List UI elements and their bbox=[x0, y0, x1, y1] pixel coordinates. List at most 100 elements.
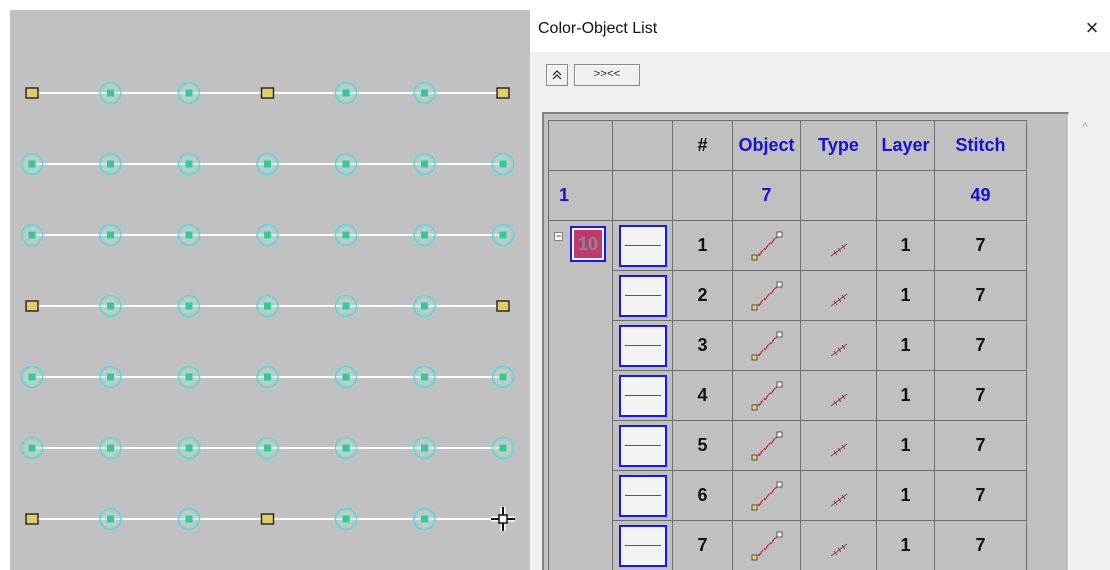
stitch-corner-node[interactable] bbox=[496, 87, 510, 99]
color-group-badge[interactable]: 10 bbox=[570, 226, 606, 262]
swatch-cell[interactable] bbox=[612, 520, 673, 570]
swatch-cell[interactable] bbox=[612, 420, 673, 471]
tree-cell bbox=[548, 320, 613, 371]
header-cell bbox=[548, 120, 613, 171]
object-row[interactable]: 5 17 bbox=[548, 420, 1027, 471]
object-row[interactable]: −10 1 1 7 bbox=[548, 220, 1027, 271]
collapse-tree-icon[interactable]: − bbox=[554, 232, 563, 241]
stitch-node[interactable] bbox=[256, 436, 279, 460]
color-swatch[interactable] bbox=[618, 324, 667, 367]
header-type[interactable]: Type bbox=[800, 120, 877, 171]
object-row[interactable]: 2 17 bbox=[548, 270, 1027, 321]
stitch-node[interactable] bbox=[177, 223, 201, 247]
stitch-node[interactable] bbox=[99, 152, 122, 176]
stitch-node[interactable] bbox=[334, 507, 358, 531]
color-swatch[interactable] bbox=[618, 474, 667, 517]
stitch-corner-node[interactable] bbox=[496, 300, 510, 312]
swatch-cell[interactable] bbox=[612, 470, 673, 521]
object-row[interactable]: 6 17 bbox=[548, 470, 1027, 521]
swatch-cell[interactable] bbox=[612, 270, 673, 321]
stitch-node[interactable] bbox=[177, 294, 201, 318]
stitch-node[interactable] bbox=[20, 365, 44, 389]
swatch-cell[interactable] bbox=[612, 320, 673, 371]
stitch-node[interactable] bbox=[256, 294, 279, 318]
swatch-cell[interactable] bbox=[612, 220, 673, 271]
stitch-node[interactable] bbox=[177, 152, 201, 176]
stitch-node[interactable] bbox=[413, 152, 436, 176]
stitch-node[interactable] bbox=[491, 223, 515, 247]
stitch-node[interactable] bbox=[99, 294, 122, 318]
color-swatch[interactable] bbox=[618, 224, 667, 267]
stitch-node[interactable] bbox=[99, 507, 122, 531]
header-cell bbox=[612, 120, 673, 171]
running-stitch-icon bbox=[751, 431, 782, 460]
color-swatch[interactable] bbox=[618, 274, 667, 317]
header-layer[interactable]: Layer bbox=[876, 120, 935, 171]
object-cell[interactable] bbox=[732, 270, 801, 321]
stitch-corner-node[interactable] bbox=[260, 513, 275, 525]
stitch-corner-node[interactable] bbox=[25, 300, 39, 312]
totals-empty-cell bbox=[800, 170, 877, 221]
expand-all-button[interactable]: >><< bbox=[574, 64, 640, 86]
move-cursor-icon[interactable] bbox=[491, 507, 515, 531]
object-cell[interactable] bbox=[732, 420, 801, 471]
tree-cell: − 10 bbox=[548, 220, 613, 271]
color-swatch[interactable] bbox=[618, 424, 667, 467]
object-cell[interactable] bbox=[732, 320, 801, 371]
type-cell bbox=[800, 220, 877, 271]
stitch-node[interactable] bbox=[99, 81, 122, 105]
stitch-node[interactable] bbox=[177, 507, 201, 531]
stitch-node[interactable] bbox=[99, 436, 122, 460]
object-cell[interactable] bbox=[732, 220, 801, 271]
stitch-node[interactable] bbox=[413, 81, 436, 105]
collapse-all-button[interactable] bbox=[546, 64, 568, 86]
object-row[interactable]: 4 17 bbox=[548, 370, 1027, 421]
stitch-node[interactable] bbox=[256, 152, 279, 176]
stitch-corner-node[interactable] bbox=[260, 87, 275, 99]
stitch-node[interactable] bbox=[413, 507, 436, 531]
stitch-grid[interactable] bbox=[10, 10, 530, 570]
stitch-node[interactable] bbox=[334, 365, 358, 389]
stitch-node[interactable] bbox=[20, 152, 44, 176]
stitch-node[interactable] bbox=[20, 436, 44, 460]
stitch-node[interactable] bbox=[177, 81, 201, 105]
object-cell[interactable] bbox=[732, 370, 801, 421]
stitch-node[interactable] bbox=[334, 152, 358, 176]
stitch-node[interactable] bbox=[334, 436, 358, 460]
object-row[interactable]: 717 bbox=[548, 520, 1027, 570]
stitch-node[interactable] bbox=[99, 223, 122, 247]
stitch-node[interactable] bbox=[177, 365, 201, 389]
stitch-node[interactable] bbox=[334, 81, 358, 105]
stitch-node[interactable] bbox=[256, 365, 279, 389]
color-swatch[interactable] bbox=[618, 374, 667, 417]
object-cell[interactable] bbox=[732, 470, 801, 521]
stitch-node[interactable] bbox=[413, 436, 436, 460]
stitch-node[interactable] bbox=[413, 294, 436, 318]
swatch-cell[interactable] bbox=[612, 370, 673, 421]
scroll-up-icon[interactable]: ^ bbox=[1078, 120, 1092, 134]
layer-value: 1 bbox=[876, 270, 935, 321]
object-row[interactable]: 3 17 bbox=[548, 320, 1027, 371]
color-swatch[interactable] bbox=[618, 524, 667, 567]
stitch-node[interactable] bbox=[491, 365, 515, 389]
stitch-node[interactable] bbox=[413, 223, 436, 247]
stitch-corner-node[interactable] bbox=[25, 513, 39, 525]
stitch-node[interactable] bbox=[99, 365, 122, 389]
running-stitch-icon bbox=[751, 281, 782, 310]
stitch-node[interactable] bbox=[491, 152, 515, 176]
stitch-node[interactable] bbox=[20, 223, 44, 247]
type-cell bbox=[800, 420, 877, 471]
stitch-node[interactable] bbox=[334, 294, 358, 318]
stitch-node[interactable] bbox=[177, 436, 201, 460]
stitch-node[interactable] bbox=[334, 223, 358, 247]
design-canvas[interactable] bbox=[10, 10, 530, 570]
stitch-corner-node[interactable] bbox=[25, 87, 39, 99]
header-stitch[interactable]: Stitch bbox=[934, 120, 1027, 171]
stitch-node[interactable] bbox=[491, 436, 515, 460]
stitch-node[interactable] bbox=[256, 223, 279, 247]
header-object[interactable]: Object bbox=[732, 120, 801, 171]
object-cell[interactable] bbox=[732, 520, 801, 570]
close-icon[interactable]: × bbox=[1078, 14, 1106, 42]
stitch-node[interactable] bbox=[413, 365, 436, 389]
object-number: 5 bbox=[672, 420, 733, 471]
